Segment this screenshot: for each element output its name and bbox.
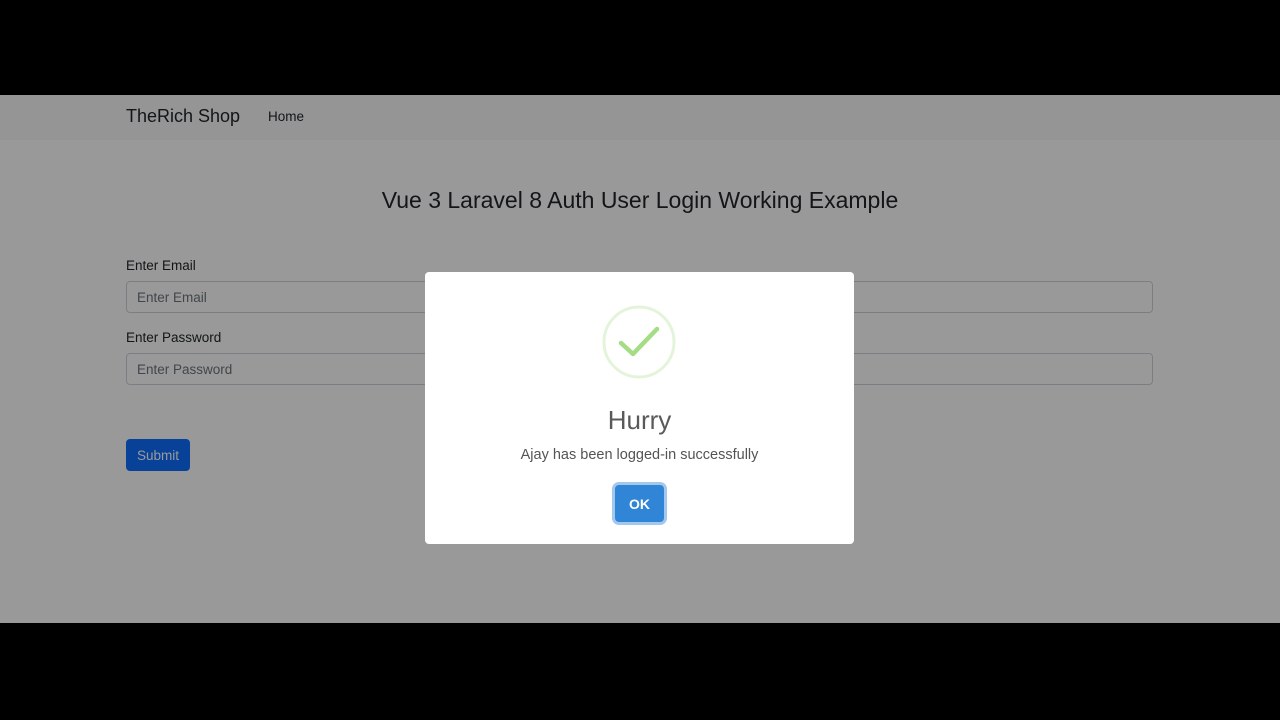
success-dialog: Hurry Ajay has been logged-in successful… — [425, 272, 854, 544]
ok-button[interactable]: OK — [615, 485, 664, 522]
browser-viewport: TheRich Shop Home Vue 3 Laravel 8 Auth U… — [0, 95, 1280, 623]
dialog-title: Hurry — [607, 405, 672, 435]
letterbox-top — [0, 0, 1280, 95]
letterbox-bottom — [0, 623, 1280, 720]
success-check-icon — [602, 305, 676, 379]
dialog-message: Ajay has been logged-in successfully — [520, 447, 759, 463]
